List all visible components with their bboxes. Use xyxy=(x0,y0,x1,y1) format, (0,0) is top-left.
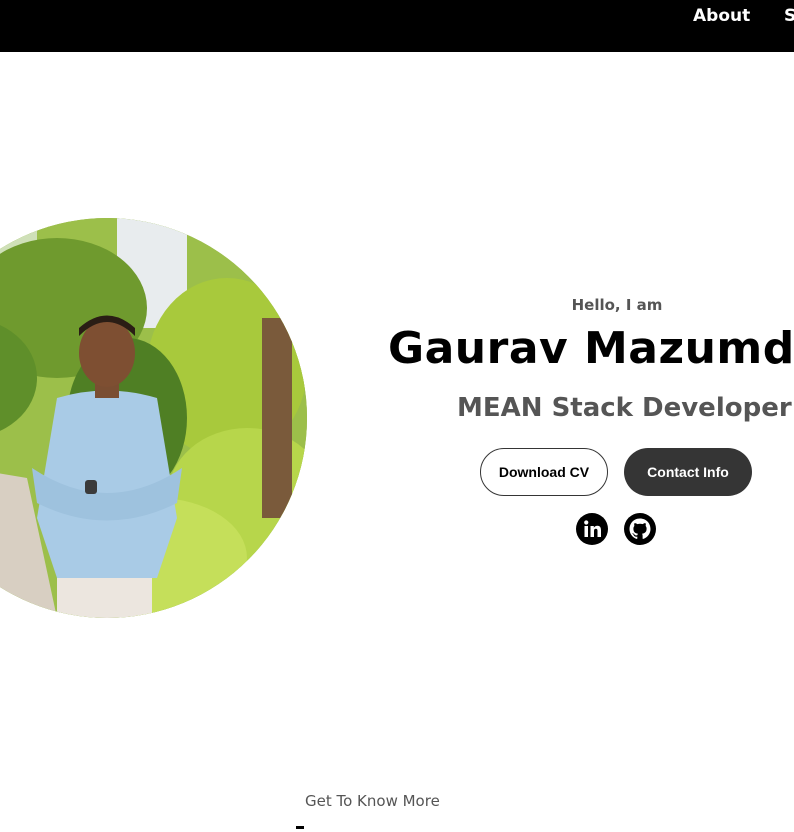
page-title: Gaurav Mazumd xyxy=(388,323,794,374)
github-icon[interactable] xyxy=(624,513,656,545)
section-title-fragment xyxy=(296,826,304,829)
section-subtitle: Get To Know More xyxy=(305,792,440,810)
job-title: MEAN Stack Developer xyxy=(457,393,792,423)
greeting-text: Hello, I am xyxy=(571,296,663,314)
profile-photo xyxy=(0,218,307,618)
nav-link-skills[interactable]: S xyxy=(784,6,794,26)
download-cv-button[interactable]: Download CV xyxy=(480,448,608,496)
top-nav: About S xyxy=(0,0,794,52)
nav-link-about[interactable]: About xyxy=(693,6,750,26)
linkedin-icon[interactable] xyxy=(576,513,608,545)
page: About S Hello, I am Gaurav Mazumd MEAN S… xyxy=(0,0,794,832)
contact-info-button[interactable]: Contact Info xyxy=(624,448,752,496)
